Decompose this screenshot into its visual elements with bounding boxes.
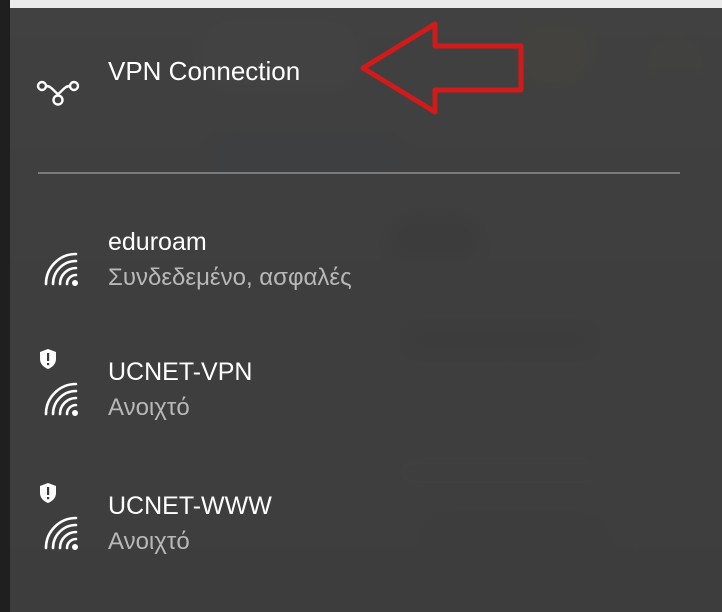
section-divider xyxy=(38,172,680,174)
security-warning-shield-icon xyxy=(40,483,56,503)
network-status: Ανοιχτό xyxy=(108,394,190,421)
wifi-icon xyxy=(44,516,78,550)
network-flyout-screenshot: VPN Connection eduroam Συνδεδεμένο, ασφα… xyxy=(0,0,722,612)
wifi-icon xyxy=(44,252,78,286)
network-item-ucnet-vpn[interactable]: UCNET-VPN Ανοιχτό xyxy=(10,349,722,468)
network-status: Ανοιχτό xyxy=(108,528,190,555)
wifi-icon xyxy=(44,382,78,416)
vpn-connection-label: VPN Connection xyxy=(108,56,301,86)
window-top-edge xyxy=(0,0,722,8)
network-name: eduroam xyxy=(108,228,207,256)
network-item-eduroam[interactable]: eduroam Συνδεδεμένο, ασφαλές xyxy=(10,228,722,338)
network-status: Συνδεδεμένο, ασφαλές xyxy=(108,264,352,291)
network-name: UCNET-VPN xyxy=(108,358,253,386)
vpn-icon xyxy=(36,80,80,106)
window-left-edge xyxy=(0,0,10,612)
annotation-arrow-icon xyxy=(360,21,524,115)
network-item-ucnet-www[interactable]: UCNET-WWW Ανοιχτό xyxy=(10,483,722,602)
security-warning-shield-icon xyxy=(40,349,56,369)
network-name: UCNET-WWW xyxy=(108,492,272,520)
